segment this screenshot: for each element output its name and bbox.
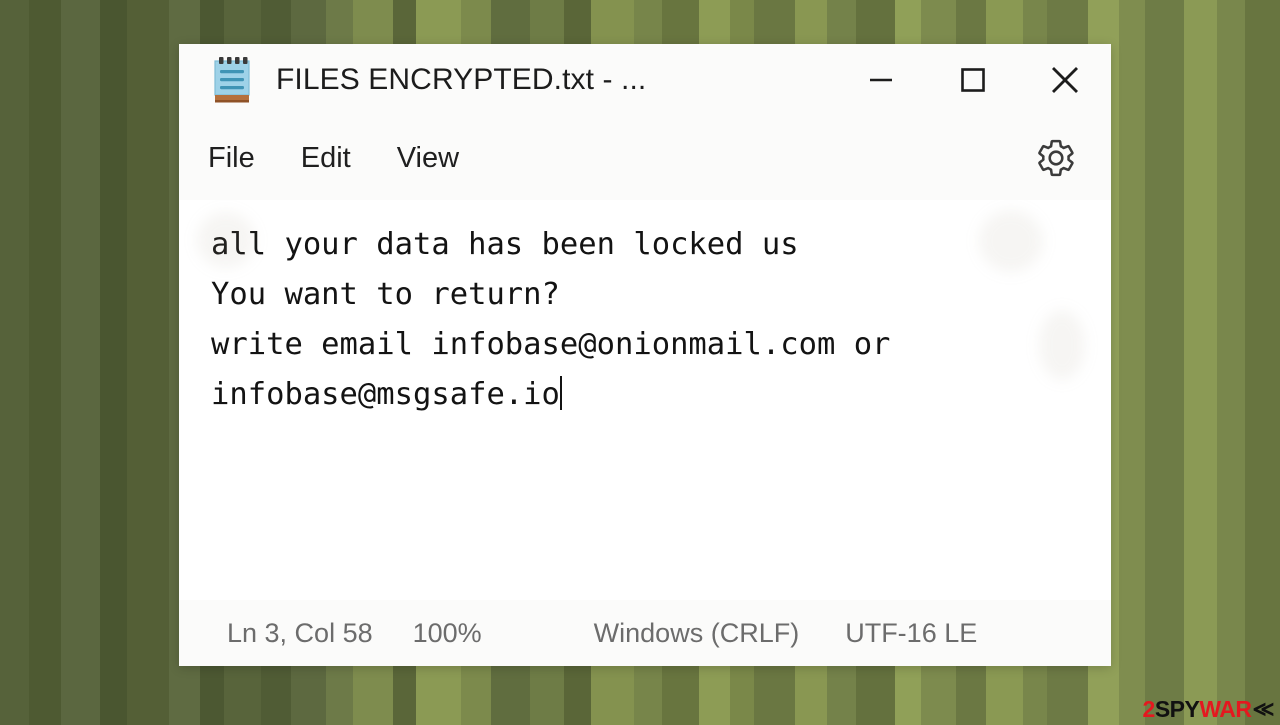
status-line-ending[interactable]: Windows (CRLF) bbox=[594, 618, 800, 649]
wallpaper-stripe bbox=[61, 0, 100, 725]
editor-line-1: all your data has been locked us bbox=[211, 227, 799, 262]
wallpaper-stripe bbox=[1183, 0, 1217, 725]
wallpaper-stripe bbox=[1145, 0, 1184, 725]
notepad-window: FILES ENCRYPTED.txt - ... File Edit View… bbox=[179, 44, 1111, 666]
notepad-icon bbox=[214, 57, 250, 103]
gear-icon bbox=[1038, 139, 1074, 177]
close-button[interactable] bbox=[1019, 44, 1111, 116]
watermark-war: WAR bbox=[1199, 696, 1252, 722]
watermark-chevron-icon: ≪ bbox=[1252, 698, 1275, 721]
wallpaper-stripe bbox=[127, 0, 170, 725]
maximize-icon bbox=[961, 68, 985, 92]
minimize-icon bbox=[870, 78, 892, 82]
menu-item-edit[interactable]: Edit bbox=[301, 142, 351, 175]
text-editor-area[interactable]: all your data has been locked us You wan… bbox=[179, 200, 1111, 600]
editor-line-2: You want to return? bbox=[211, 277, 560, 312]
settings-button[interactable] bbox=[1033, 135, 1079, 181]
window-controls bbox=[835, 44, 1111, 116]
wallpaper-stripe bbox=[1245, 0, 1280, 725]
editor-content: all your data has been locked us You wan… bbox=[211, 220, 1111, 420]
menu-item-view[interactable]: View bbox=[397, 142, 459, 175]
editor-line-3: write email infobase@onionmail.com or bbox=[211, 327, 891, 362]
status-zoom-level[interactable]: 100% bbox=[413, 618, 482, 649]
wallpaper-stripe bbox=[0, 0, 29, 725]
status-encoding[interactable]: UTF-16 LE bbox=[845, 618, 977, 649]
menu-bar: File Edit View bbox=[179, 116, 1111, 200]
wallpaper-stripe bbox=[99, 0, 128, 725]
minimize-button[interactable] bbox=[835, 44, 927, 116]
wallpaper-stripe bbox=[1118, 0, 1146, 725]
editor-line-4: infobase@msgsafe.io bbox=[211, 377, 560, 412]
menu-item-file[interactable]: File bbox=[208, 142, 255, 175]
site-watermark: 2 SPY WAR ≪ bbox=[1142, 696, 1275, 722]
close-icon bbox=[1052, 67, 1078, 93]
status-line-column[interactable]: Ln 3, Col 58 bbox=[227, 618, 373, 649]
window-title: FILES ENCRYPTED.txt - ... bbox=[276, 63, 647, 96]
watermark-digit: 2 bbox=[1142, 696, 1156, 722]
wallpaper-stripe bbox=[1216, 0, 1246, 725]
maximize-button[interactable] bbox=[927, 44, 1019, 116]
title-bar[interactable]: FILES ENCRYPTED.txt - ... bbox=[179, 44, 1111, 116]
wallpaper-stripe bbox=[28, 0, 62, 725]
watermark-spy: SPY bbox=[1154, 696, 1200, 722]
status-bar: Ln 3, Col 58 100% Windows (CRLF) UTF-16 … bbox=[179, 600, 1111, 666]
text-caret bbox=[559, 376, 562, 410]
